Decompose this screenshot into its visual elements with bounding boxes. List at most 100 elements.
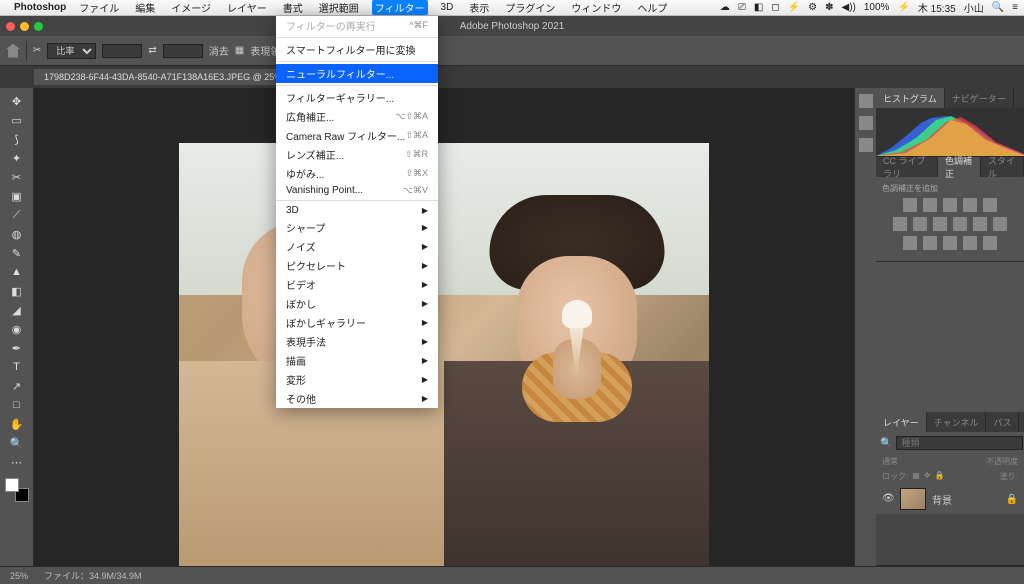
menu-item-blur[interactable]: ぼかし▶ [276,294,438,313]
gradient-tool[interactable]: ◢ [5,301,29,319]
tab-paths[interactable]: パス [986,412,1019,432]
menu-item-noise[interactable]: ノイズ▶ [276,237,438,256]
path-tool[interactable]: ↗ [5,377,29,395]
wand-tool[interactable]: ✦ [5,149,29,167]
dock-icon-3[interactable] [859,138,873,152]
menu-filter[interactable]: フィルター [372,0,428,15]
move-tool[interactable]: ✥ [5,92,29,110]
menu-item-distort[interactable]: 変形▶ [276,370,438,389]
tab-styles[interactable]: スタイル [981,157,1024,177]
menu-item-sharpen[interactable]: シャープ▶ [276,218,438,237]
menu-edit[interactable]: 編集 [132,0,158,15]
overlay-icon[interactable]: ▦ [235,45,244,56]
status-misc-icon[interactable]: ✽ [825,2,833,13]
status-box-icon[interactable]: ◻ [771,2,779,13]
layer-name[interactable]: 背景 [932,492,952,507]
menu-view[interactable]: 表示 [466,0,492,15]
tab-channels[interactable]: チャンネル [927,412,987,432]
menu-image[interactable]: イメージ [168,0,214,15]
status-search-icon[interactable]: 🔍 [992,2,1004,13]
menu-item-camera-raw[interactable]: Camera Raw フィルター...⇧⌘A [276,126,438,145]
blur-tool[interactable]: ◉ [5,320,29,338]
lock-all-icon[interactable]: 🔒 [935,471,945,482]
ratio-w-input[interactable] [102,44,142,58]
menu-layer[interactable]: レイヤー [224,0,270,15]
ratio-h-input[interactable] [163,44,203,58]
tab-navigator[interactable]: ナビゲーター [945,88,1014,108]
frame-tool[interactable]: ▣ [5,187,29,205]
menu-item-neural-filter[interactable]: ニューラルフィルター... [276,64,438,83]
adj-lookup-icon[interactable] [993,217,1007,231]
lock-pixels-icon[interactable]: ▦ [912,471,920,482]
shape-tool[interactable]: □ [5,396,29,414]
status-user[interactable]: 小山 [964,0,984,15]
adj-photo-icon[interactable] [953,217,967,231]
status-cloud-icon[interactable]: ☁ [720,2,730,13]
menu-item-other[interactable]: その他▶ [276,389,438,408]
zoom-tool[interactable]: 🔍 [5,434,29,452]
eraser-tool[interactable]: ◧ [5,282,29,300]
menu-item-pixelate[interactable]: ピクセレート▶ [276,256,438,275]
menu-item-smart-filter[interactable]: スマートフィルター用に変換 [276,40,438,59]
menu-item-liquify[interactable]: ゆがみ...⇧⌘X [276,164,438,183]
status-clock[interactable]: 木 15:35 [918,0,956,15]
type-tool[interactable]: T [5,358,29,376]
swap-icon[interactable]: ⇄ [148,45,156,56]
home-icon[interactable] [6,44,20,58]
clear-button[interactable]: 消去 [209,43,229,58]
menu-item-lens[interactable]: レンズ補正...⇧⌘R [276,145,438,164]
eyedropper-tool[interactable]: ⟋ [5,206,29,224]
adj-balance-icon[interactable] [913,217,927,231]
hand-tool[interactable]: ✋ [5,415,29,433]
menu-item-stylize[interactable]: 表現手法▶ [276,332,438,351]
adj-exposure-icon[interactable] [963,198,977,212]
status-battery[interactable]: 100% [864,2,890,13]
tab-layers[interactable]: レイヤー [876,412,927,432]
dock-icon-2[interactable] [859,116,873,130]
marquee-tool[interactable]: ▭ [5,111,29,129]
adj-selective-icon[interactable] [983,236,997,250]
dock-icon-1[interactable] [859,94,873,108]
menu-type[interactable]: 書式 [280,0,306,15]
layer-row[interactable]: 👁 背景 🔒 [876,484,1024,514]
edit-toolbar[interactable]: ⋯ [5,453,29,471]
menu-window[interactable]: ウィンドウ [568,0,624,15]
adj-mixer-icon[interactable] [973,217,987,231]
stamp-tool[interactable]: ▲ [5,263,29,281]
layer-filter-input[interactable] [896,436,1023,450]
status-bluetooth-icon[interactable]: ⚡ [788,2,800,13]
layer-thumbnail[interactable] [900,488,926,510]
lasso-tool[interactable]: ⟆ [5,130,29,148]
status-volume-icon[interactable]: ◀)) [842,2,856,13]
pen-tool[interactable]: ✒ [5,339,29,357]
foreground-color[interactable] [5,478,19,492]
app-name[interactable]: Photoshop [14,2,66,13]
menu-help[interactable]: ヘルプ [634,0,670,15]
menu-item-vanishing-point[interactable]: Vanishing Point...⌥⌘V [276,183,438,198]
adj-bw-icon[interactable] [933,217,947,231]
status-menu-icon[interactable]: ≡ [1012,2,1018,13]
brush-tool[interactable]: ✎ [5,244,29,262]
status-charging-icon[interactable]: ⚡ [897,2,909,13]
adj-vibrance-icon[interactable] [983,198,997,212]
lock-position-icon[interactable]: ✥ [924,471,931,482]
adj-poster-icon[interactable] [923,236,937,250]
menu-item-video[interactable]: ビデオ▶ [276,275,438,294]
menu-item-blur-gallery[interactable]: ぼかしギャラリー▶ [276,313,438,332]
color-swatches[interactable] [5,478,29,502]
tab-cc-library[interactable]: CC ライブラリ [876,157,938,177]
canvas-area[interactable] [34,88,854,566]
tab-adjustments[interactable]: 色調補正 [938,157,981,177]
menu-item-filter-gallery[interactable]: フィルターギャラリー... [276,88,438,107]
menu-plugin[interactable]: プラグイン [502,0,558,15]
tab-histogram[interactable]: ヒストグラム [876,88,945,108]
ratio-select[interactable]: 比率 [47,43,96,59]
menu-item-wide-angle[interactable]: 広角補正...⌥⇧⌘A [276,107,438,126]
adj-gradient-icon[interactable] [963,236,977,250]
adj-levels-icon[interactable] [923,198,937,212]
adj-curves-icon[interactable] [943,198,957,212]
menu-item-render[interactable]: 描画▶ [276,351,438,370]
adj-brightness-icon[interactable] [903,198,917,212]
status-display-icon[interactable]: ⎚ [738,2,746,13]
menu-file[interactable]: ファイル [76,0,122,15]
